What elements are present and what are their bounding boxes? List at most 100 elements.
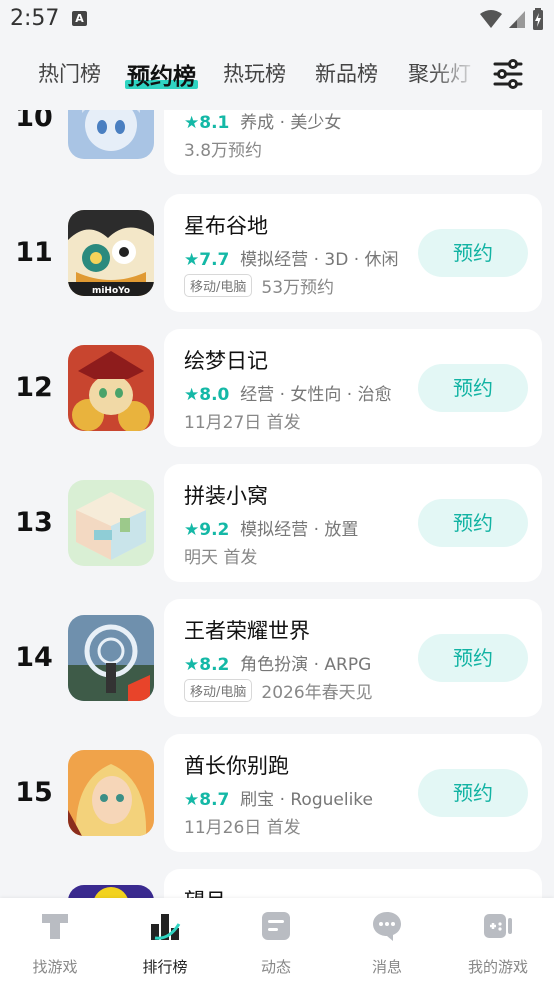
list-item[interactable]: 10 ★8.1 养成 · 美少女 3.8万预约 预约 [0,110,554,175]
game-tags: 模拟经营 · 放置 [240,520,359,540]
list-item[interactable]: 13 拼装小窝 ★9.2 模拟经营 · 放置 明天 首发 预约 [0,464,554,582]
status-bar: 2:57 A [0,0,554,38]
reserve-button[interactable]: 预约 [418,769,528,817]
tab-hot[interactable]: 热门榜 [38,58,101,88]
reserve-button[interactable]: 预约 [418,229,528,277]
platform-chip: 移动/电脑 [184,679,253,702]
game-info-line: 明天 首发 [184,543,257,568]
list-item[interactable]: 15 酋长你别跑 ★8.7 刷宝 · Roguelike 11月26日 首发 预… [0,734,554,852]
game-card[interactable]: 王者荣耀世界 ★8.2 角色扮演 · ARPG 移动/电脑 2026年春天见 预约 [164,599,542,717]
game-info-line: 3.8万预约 [184,136,262,161]
list-item[interactable]: 望月 [0,869,554,898]
ranking-tabs: 热门榜 预约榜 热玩榜 新品榜 聚光灯 [0,38,554,110]
game-card[interactable]: 绘梦日记 ★8.0 经营 · 女性向 · 治愈 11月27日 首发 预约 [164,329,542,447]
game-score: ★7.7 [184,250,230,270]
list-item[interactable]: 14 王者荣耀世界 ★8.2 角色扮演 · ARPG 移动/电脑 2026年春天见… [0,599,554,717]
nav-my-games[interactable]: 我的游戏 [443,898,553,984]
game-info: 2026年春天见 [261,683,373,703]
tab-new[interactable]: 新品榜 [315,58,378,88]
game-name: 拼装小窝 [184,484,268,508]
game-score: ★9.2 [184,520,230,540]
game-score: ★8.2 [184,655,230,675]
game-tags: 模拟经营 · 3D · 休闲 [240,250,399,270]
game-card[interactable]: 拼装小窝 ★9.2 模拟经营 · 放置 明天 首发 预约 [164,464,542,582]
game-card[interactable]: 星布谷地 ★7.7 模拟经营 · 3D · 休闲 移动/电脑 53万预约 预约 [164,194,542,312]
anime-girl-game-icon [68,110,154,159]
game-tags: 经营 · 女性向 · 治愈 [240,385,392,405]
xingbugudi-game-icon: miHoYo [68,210,154,296]
game-info: 明天 首发 [184,548,258,568]
game-tags: 刷宝 · Roguelike [240,790,374,810]
tabs-fade [430,48,480,98]
game-info-line: 移动/电脑 53万预约 [184,273,334,298]
game-info: 53万预约 [261,278,335,298]
game-score: ★8.1 [184,113,230,133]
game-info-line: 移动/电脑 2026年春天见 [184,678,373,703]
rank-number: 13 [15,507,53,538]
game-info-line: 11月27日 首发 [184,408,301,433]
game-info: 11月26日 首发 [184,818,301,838]
game-name: 酋长你别跑 [184,754,289,778]
game-card[interactable]: ★8.1 养成 · 美少女 3.8万预约 预约 [164,110,542,175]
huimengriji-game-icon [68,345,154,431]
notification-a-icon: A [72,11,87,26]
game-score: ★8.7 [184,790,230,810]
game-meta: ★8.2 角色扮演 · ARPG [184,650,371,675]
wangzherongyaoshijie-game-icon [68,615,154,701]
game-meta: ★8.1 养成 · 美少女 [184,110,341,133]
game-info: 11月27日 首发 [184,413,301,433]
wifi-icon [480,10,502,28]
game-meta: ★9.2 模拟经营 · 放置 [184,515,358,540]
reserve-button[interactable]: 预约 [418,364,528,412]
nav-label: 消息 [371,958,402,976]
rank-number: 15 [15,777,53,808]
bottom-nav: 找游戏 排行榜 动态 消息 我的游戏 [0,898,554,984]
game-card[interactable]: 酋长你别跑 ★8.7 刷宝 · Roguelike 11月26日 首发 预约 [164,734,542,852]
nav-feed[interactable]: 动态 [221,898,331,984]
feed-icon [262,912,290,940]
signal-icon [509,11,525,28]
game-meta: ★7.7 模拟经营 · 3D · 休闲 [184,245,399,270]
nav-label: 动态 [260,958,291,976]
wangyue-game-icon [68,885,154,898]
game-tags: 养成 · 美少女 [240,113,342,133]
game-tags: 角色扮演 · ARPG [240,655,372,675]
reserve-button[interactable]: 预约 [418,499,528,547]
battery-icon [533,8,543,30]
filter-settings-icon[interactable] [490,56,526,92]
qiuzhangnibiepao-game-icon [68,750,154,836]
game-info-line: 11月26日 首发 [184,813,301,838]
rank-number: 12 [15,372,53,403]
ranking-list: 10 ★8.1 养成 · 美少女 3.8万预约 预约 11 miHoYo 星布谷… [0,110,554,898]
game-info: 3.8万预约 [184,141,263,161]
reserve-button[interactable]: 预约 [418,634,528,682]
rank-number: 11 [15,237,53,268]
nav-ranking[interactable]: 排行榜 [110,898,220,984]
status-time: 2:57 [10,6,60,31]
nav-label: 排行榜 [142,958,188,976]
game-name: 星布谷地 [184,214,268,238]
tab-reservation-label: 预约榜 [127,64,196,90]
message-icon [373,912,401,941]
game-name: 望月 [184,885,226,898]
ranking-icon [151,914,181,940]
tab-reservation[interactable]: 预约榜 [125,57,198,91]
rank-number: 14 [15,642,53,673]
nav-find-game[interactable]: 找游戏 [0,898,110,984]
game-name: 绘梦日记 [184,349,268,373]
game-name: 王者荣耀世界 [184,619,310,643]
svg-text:miHoYo: miHoYo [92,286,130,296]
game-score: ★8.0 [184,385,230,405]
game-card[interactable]: 望月 [164,869,542,898]
list-item[interactable]: 11 miHoYo 星布谷地 ★7.7 模拟经营 · 3D · 休闲 移动/电脑… [0,194,554,312]
game-meta: ★8.0 经营 · 女性向 · 治愈 [184,380,392,405]
nav-label: 找游戏 [32,958,78,976]
pinzhuangxiaowo-game-icon [68,480,154,566]
rank-number: 10 [15,110,53,133]
my-games-icon [484,914,512,938]
game-meta: ★8.7 刷宝 · Roguelike [184,785,373,810]
tab-playing[interactable]: 热玩榜 [223,58,286,88]
nav-message[interactable]: 消息 [332,898,442,984]
find-game-icon [42,914,68,939]
list-item[interactable]: 12 绘梦日记 ★8.0 经营 · 女性向 · 治愈 11月27日 首发 预约 [0,329,554,447]
